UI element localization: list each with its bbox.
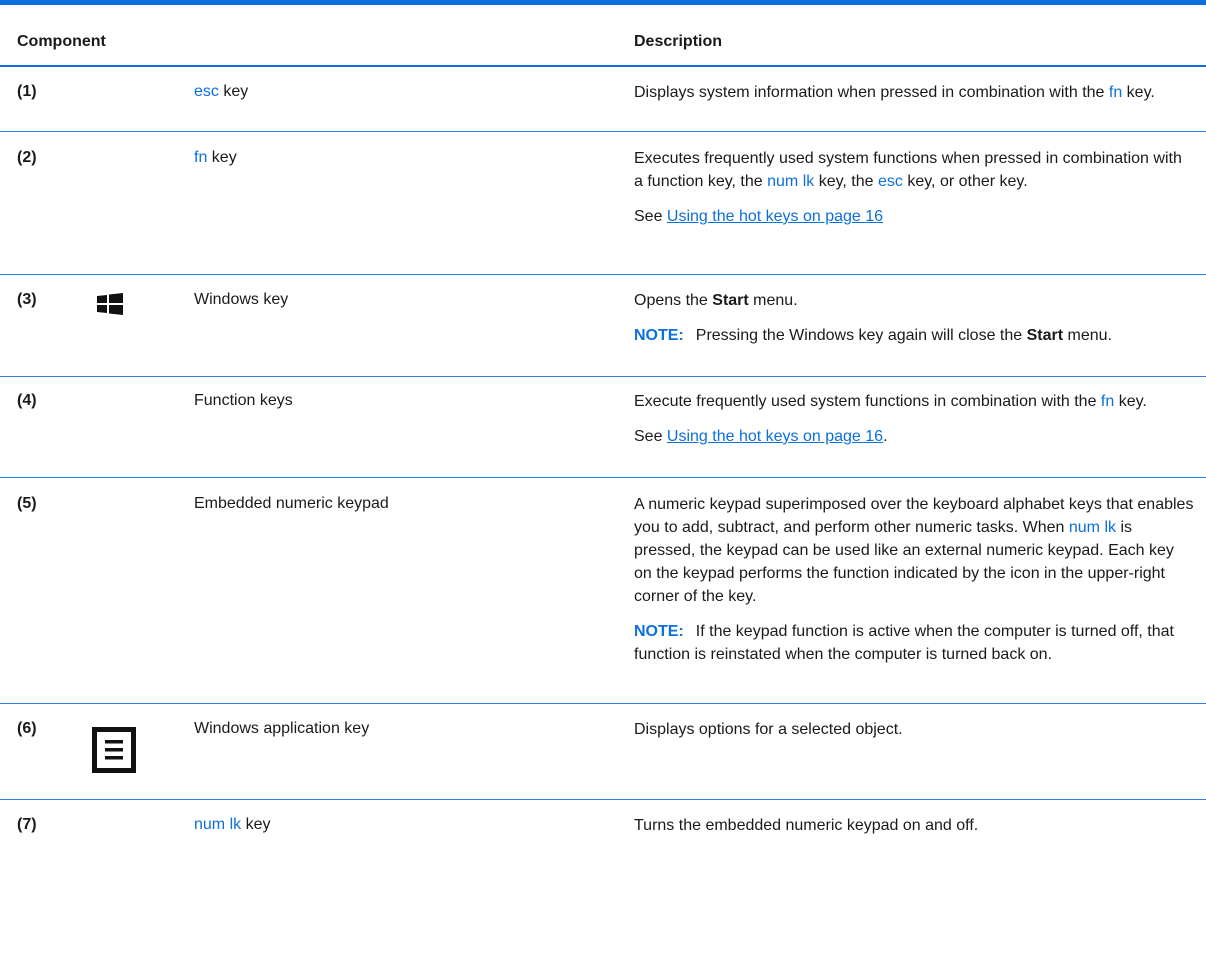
hot-keys-link[interactable]: Using the hot keys on page 16 [667,208,883,225]
component-name: Windows application key [194,720,370,737]
table-row-3: (3) Windows key Opens the Start menu. NO… [0,275,1206,377]
key-name: esc [877,173,903,190]
header-description: Description [634,33,723,50]
description: Opens the Start menu. NOTE: Pressing the … [634,292,1112,344]
component-name: Windows key [194,291,289,308]
key-name: esc [194,83,219,100]
component-table: Component Description (1) esc key Displa… [0,0,1206,956]
table-row-1: (1) esc key Displays system information … [0,67,1206,132]
table-row-5: (5) Embedded numeric keypad A numeric ke… [0,478,1206,704]
component-name: Function keys [194,392,293,409]
description: Execute frequently used system functions… [634,393,1147,445]
component-name: fn key [194,149,237,166]
key-name: num lk [767,173,815,190]
key-name: num lk [1068,519,1116,536]
table-row-4: (4) Function keys Execute frequently use… [0,377,1206,478]
description: Displays options for a selected object. [634,721,903,738]
table-row-6: (6) Windows application key Displays opt… [0,704,1206,800]
row-number: (5) [17,495,37,512]
description: A numeric keypad superimposed over the k… [634,496,1194,663]
component-name: num lk key [194,816,271,833]
application-menu-icon [92,727,136,773]
header-component: Component [17,33,106,50]
row-number: (1) [17,83,37,100]
row-number: (6) [17,720,37,737]
table-row-7: (7) num lk key Turns the embedded numeri… [0,800,1206,860]
description: Turns the embedded numeric keypad on and… [634,817,979,834]
row-number: (7) [17,816,37,833]
key-name: fn [1108,84,1123,101]
table-row-2: (2) fn key Executes frequently used syst… [0,132,1206,275]
component-name: Embedded numeric keypad [194,495,389,512]
row-number: (4) [17,392,37,409]
windows-logo-icon [97,293,123,315]
key-name: fn [1100,393,1115,410]
description: Displays system information when pressed… [634,84,1155,101]
hot-keys-link[interactable]: Using the hot keys on page 16 [667,428,883,445]
key-name: num lk [194,816,242,833]
component-name: esc key [194,83,249,100]
note-label: NOTE: [634,623,684,640]
key-name: fn [194,149,208,166]
note-label: NOTE: [634,327,684,344]
row-number: (3) [17,291,37,308]
row-number: (2) [17,149,37,166]
description: Executes frequently used system function… [634,150,1182,225]
table-header: Component Description [0,5,1206,67]
